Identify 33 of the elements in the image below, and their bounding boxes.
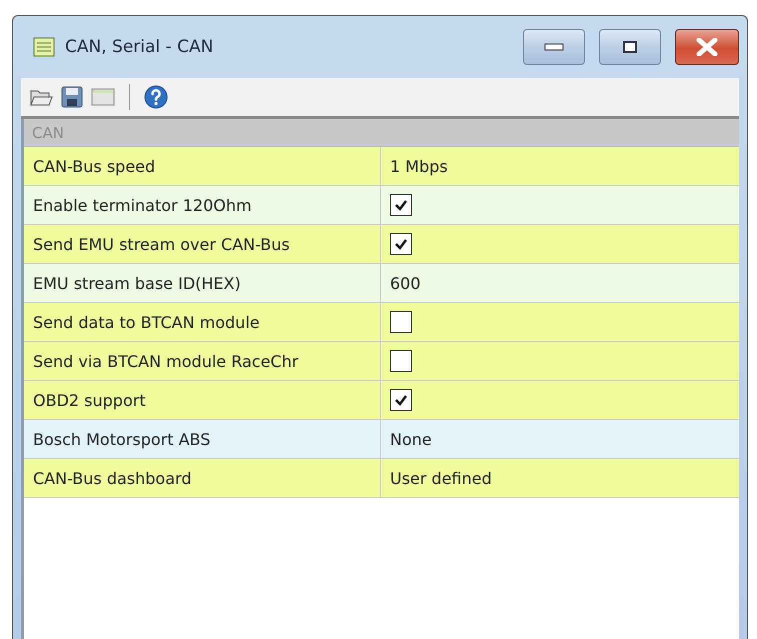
property-value[interactable]: User defined: [390, 468, 492, 488]
window-icon[interactable]: [91, 88, 115, 106]
check-icon: [394, 394, 408, 406]
check-icon: [394, 238, 408, 250]
checkbox[interactable]: [390, 194, 412, 216]
checkbox[interactable]: [390, 233, 412, 255]
table-icon: [33, 37, 55, 57]
property-label: Send data to BTCAN module: [24, 303, 381, 341]
property-label: Bosch Motorsport ABS: [24, 420, 381, 458]
maximize-icon: [623, 41, 637, 53]
property-label: CAN-Bus speed: [24, 147, 381, 185]
checkbox[interactable]: [390, 389, 412, 411]
close-button[interactable]: [675, 29, 739, 65]
property-label: Send EMU stream over CAN-Bus: [24, 225, 381, 263]
group-header: CAN: [24, 119, 739, 147]
maximize-button[interactable]: [599, 29, 661, 65]
help-icon[interactable]: [144, 85, 168, 109]
window-title: CAN, Serial - CAN: [65, 37, 214, 57]
property-label: CAN-Bus dashboard: [24, 459, 381, 497]
property-label: EMU stream base ID(HEX): [24, 264, 381, 302]
checkbox[interactable]: [390, 350, 412, 372]
property-label: Enable terminator 120Ohm: [24, 186, 381, 224]
property-value[interactable]: 1 Mbps: [390, 156, 448, 176]
save-icon[interactable]: [61, 86, 83, 108]
check-icon: [394, 199, 408, 211]
property-value[interactable]: 600: [390, 274, 421, 292]
minimize-icon: [544, 43, 564, 51]
close-icon: [696, 38, 718, 56]
property-value[interactable]: None: [390, 430, 432, 448]
minimize-button[interactable]: [523, 29, 585, 65]
property-label: Send via BTCAN module RaceChr: [24, 342, 381, 380]
checkbox[interactable]: [390, 311, 412, 333]
property-label: OBD2 support: [24, 381, 381, 419]
